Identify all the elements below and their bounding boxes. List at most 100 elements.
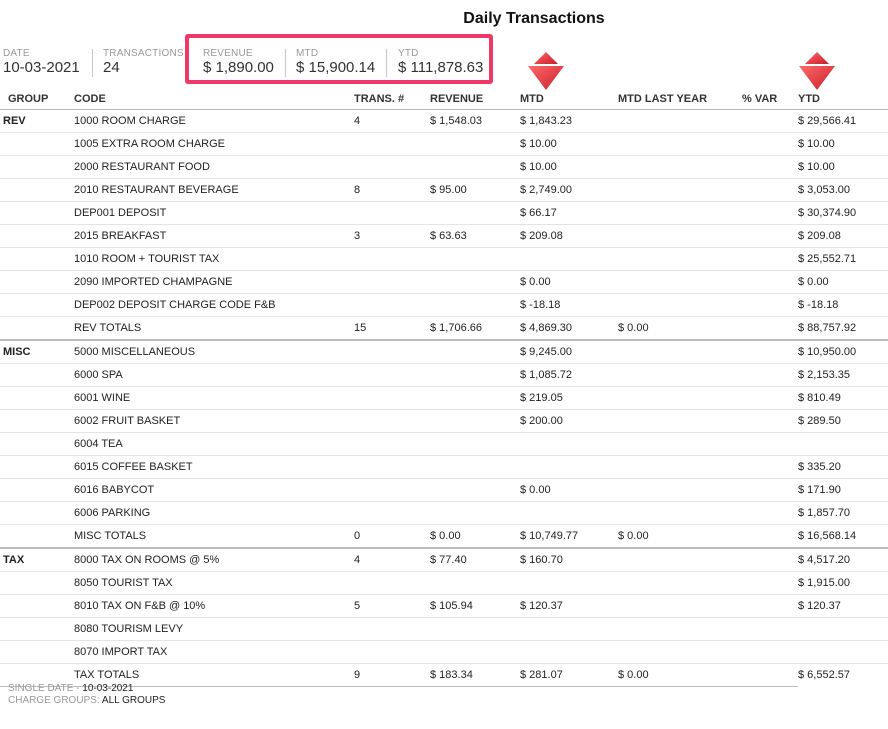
summary-transactions-label: TRANSACTIONS (103, 48, 184, 59)
cell-trans (354, 478, 430, 502)
column-header-group[interactable]: GROUP (0, 89, 74, 110)
cell-trans: 0 (354, 524, 430, 549)
cell-pct-var (742, 201, 798, 225)
table-row: 8050 TOURIST TAX $ 1,915.00 (0, 571, 888, 595)
footer-charge-groups: CHARGE GROUPS: ALL GROUPS (8, 695, 165, 707)
cell-code: 8070 IMPORT TAX (74, 640, 354, 664)
cell-trans (354, 247, 430, 271)
cell-mtd: $ 0.00 (520, 478, 618, 502)
cell-pct-var (742, 409, 798, 433)
cell-trans (354, 617, 430, 641)
column-header-code[interactable]: CODE (74, 89, 354, 110)
cell-code: 1010 ROOM + TOURIST TAX (74, 247, 354, 271)
table-row: TAX 8000 TAX ON ROOMS @ 5% 4 $ 77.40 $ 160.7… (0, 548, 888, 572)
cell-revenue (430, 201, 520, 225)
column-header-mtd[interactable]: MTD (520, 89, 618, 110)
cell-group (0, 594, 74, 618)
cell-trans (354, 363, 430, 387)
cell-group (0, 293, 74, 317)
column-header-ytd[interactable]: YTD (798, 89, 888, 110)
cell-mtd: $ 2,749.00 (520, 178, 618, 202)
cell-code: 1005 EXTRA ROOM CHARGE (74, 132, 354, 156)
cell-revenue (430, 571, 520, 595)
cell-mtd (520, 571, 618, 595)
cell-mtd-last-year (618, 201, 742, 225)
cell-mtd-last-year (618, 571, 742, 595)
footer-charge-groups-value: ALL GROUPS (99, 695, 166, 706)
cell-group: REV (0, 109, 74, 133)
cell-pct-var (742, 109, 798, 133)
cell-group (0, 455, 74, 479)
cell-ytd: $ 120.37 (798, 594, 888, 618)
cell-group (0, 524, 74, 549)
cell-mtd: $ 1,085.72 (520, 363, 618, 387)
cell-mtd (520, 432, 618, 456)
column-header-revenue[interactable]: REVENUE (430, 89, 520, 110)
cell-revenue: $ 183.34 (430, 663, 520, 687)
cell-mtd: $ 281.07 (520, 663, 618, 687)
cell-mtd (520, 247, 618, 271)
cell-ytd (798, 617, 888, 641)
summary-transactions: TRANSACTIONS 24 (103, 48, 184, 76)
cell-mtd (520, 617, 618, 641)
cell-code: 5000 MISCELLANEOUS (74, 340, 354, 364)
cell-ytd: $ 171.90 (798, 478, 888, 502)
cell-trans (354, 270, 430, 294)
cell-mtd: $ 10,749.77 (520, 524, 618, 549)
cell-revenue: $ 1,706.66 (430, 316, 520, 341)
cell-code: 6002 FRUIT BASKET (74, 409, 354, 433)
cell-pct-var (742, 432, 798, 456)
cell-ytd: $ 16,568.14 (798, 524, 888, 549)
cell-mtd-last-year (618, 109, 742, 133)
cell-ytd: $ 2,153.35 (798, 363, 888, 387)
cell-mtd-last-year (618, 455, 742, 479)
cell-pct-var (742, 524, 798, 549)
cell-pct-var (742, 363, 798, 387)
cell-mtd-last-year (618, 155, 742, 179)
cell-mtd: $ 0.00 (520, 270, 618, 294)
column-header-pct-var[interactable]: % VAR (742, 89, 798, 110)
cell-mtd-last-year: $ 0.00 (618, 524, 742, 549)
cell-trans: 15 (354, 316, 430, 341)
cell-ytd: $ 10,950.00 (798, 340, 888, 364)
cell-trans (354, 132, 430, 156)
cell-revenue: $ 1,548.03 (430, 109, 520, 133)
cell-mtd-last-year (618, 432, 742, 456)
table-total-row: REV TOTALS 15 $ 1,706.66 $ 4,869.30 $ 0.00 $ … (0, 316, 888, 341)
column-header-trans[interactable]: TRANS. # (354, 89, 430, 110)
cell-trans (354, 201, 430, 225)
summary-date-value: 10-03-2021 (3, 59, 80, 76)
cell-group (0, 224, 74, 248)
table-row: 2010 RESTAURANT BEVERAGE 8 $ 95.00 $ 2,749.… (0, 178, 888, 202)
cell-code: 6000 SPA (74, 363, 354, 387)
cell-revenue (430, 478, 520, 502)
footer-charge-groups-label: CHARGE GROUPS: (8, 695, 100, 706)
cell-pct-var (742, 455, 798, 479)
table-row: 2000 RESTAURANT FOOD $ 10.00 $ 10.00 (0, 155, 888, 179)
footer-single-date-value: 10-03-2021 (82, 683, 134, 694)
cell-trans (354, 409, 430, 433)
summary-date-label: DATE (3, 48, 30, 59)
cell-pct-var (742, 247, 798, 271)
cell-pct-var (742, 224, 798, 248)
cell-revenue (430, 432, 520, 456)
table-row: 6004 TEA (0, 432, 888, 456)
cell-mtd: $ 4,869.30 (520, 316, 618, 341)
cell-group (0, 247, 74, 271)
cell-group (0, 201, 74, 225)
cell-mtd-last-year (618, 247, 742, 271)
cell-mtd-last-year (618, 340, 742, 364)
table-row: 6002 FRUIT BASKET $ 200.00 $ 289.50 (0, 409, 888, 433)
footer-single-date-separator: - (73, 683, 83, 694)
column-header-mtd-last-year[interactable]: MTD LAST YEAR (618, 89, 742, 110)
cell-pct-var (742, 478, 798, 502)
cell-mtd: $ 10.00 (520, 132, 618, 156)
cell-revenue (430, 640, 520, 664)
cell-trans: 4 (354, 109, 430, 133)
table-row: 8010 TAX ON F&B @ 10% 5 $ 105.94 $ 120.37 $ … (0, 594, 888, 618)
cell-trans (354, 501, 430, 525)
cell-mtd: $ 120.37 (520, 594, 618, 618)
cell-pct-var (742, 501, 798, 525)
table-row: 1010 ROOM + TOURIST TAX $ 25,552.71 (0, 247, 888, 271)
cell-revenue (430, 247, 520, 271)
